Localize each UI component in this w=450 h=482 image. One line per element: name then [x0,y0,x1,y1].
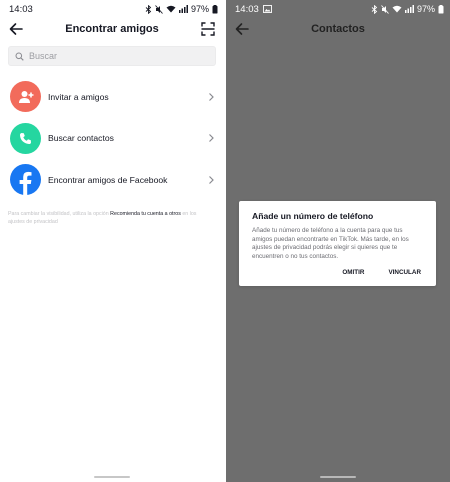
battery-icon [438,4,444,13]
search-input[interactable]: Buscar [8,46,216,66]
gesture-bar [320,476,356,478]
status-icons: 97% [145,4,218,14]
find-friends-screen: 14:03 97% Encontrar amigos Buscar Invita… [0,0,224,482]
wifi-icon [166,5,176,13]
chevron-right-icon [209,134,214,143]
facebook-avatar [10,164,41,196]
mute-icon [381,4,389,14]
bluetooth-icon [371,4,378,14]
skip-button[interactable]: OMITIR [342,269,364,276]
options-list: Invitar a amigos Buscar contactos Encont… [0,76,224,201]
search-icon [15,52,24,61]
invite-friends-item[interactable]: Invitar a amigos [0,76,224,118]
back-arrow-icon[interactable] [8,21,24,37]
chevron-right-icon [209,92,214,101]
back-arrow-icon[interactable] [234,21,250,37]
gesture-bar [94,476,130,478]
link-button[interactable]: VINCULAR [388,269,421,276]
add-phone-dialog: Añade un número de teléfono Añade tu núm… [239,201,436,286]
item-label: Buscar contactos [48,133,114,144]
dialog-body: Añade tu número de teléfono a la cuenta … [252,227,409,260]
privacy-footnote: Para cambiar la visibilidad, utiliza la … [8,210,214,227]
footnote-text-before: Para cambiar la visibilidad, utiliza la … [8,211,111,217]
facebook-friends-item[interactable]: Encontrar amigos de Facebook [0,159,224,201]
contacts-screen: 14:03 97% Contactos Añade un número de t… [226,0,450,482]
privacy-settings-link[interactable]: Recomienda tu cuenta a otros [110,211,181,217]
top-bar: Contactos [226,18,450,40]
status-time: 14:03 [235,3,259,15]
scan-qr-icon[interactable] [200,21,216,37]
page-title: Encontrar amigos [65,23,159,35]
facebook-icon [19,172,32,196]
invite-avatar [10,81,41,113]
battery-icon [212,4,218,13]
signal-icon [178,5,188,13]
dialog-actions: OMITIR VINCULAR [342,269,421,276]
status-bar: 14:03 97% [0,0,224,18]
image-notification-icon [262,5,272,13]
bluetooth-icon [145,4,152,14]
status-time: 14:03 [9,3,33,15]
chevron-right-icon [209,175,214,184]
mute-icon [155,4,163,14]
signal-icon [404,5,414,13]
search-placeholder: Buscar [29,51,58,61]
page-title: Contactos [311,23,365,35]
battery-percent: 97% [416,4,435,14]
top-bar: Encontrar amigos [0,18,224,40]
wifi-icon [392,5,402,13]
contacts-avatar [10,122,41,154]
status-bar: 14:03 97% [226,0,450,18]
add-user-icon [18,90,33,103]
item-label: Invitar a amigos [48,91,109,102]
status-icons: 97% [371,4,444,14]
phone-icon [19,132,31,144]
battery-percent: 97% [190,4,209,14]
item-label: Encontrar amigos de Facebook [48,174,168,185]
find-contacts-item[interactable]: Buscar contactos [0,118,224,160]
dialog-title: Añade un número de teléfono [252,211,374,221]
